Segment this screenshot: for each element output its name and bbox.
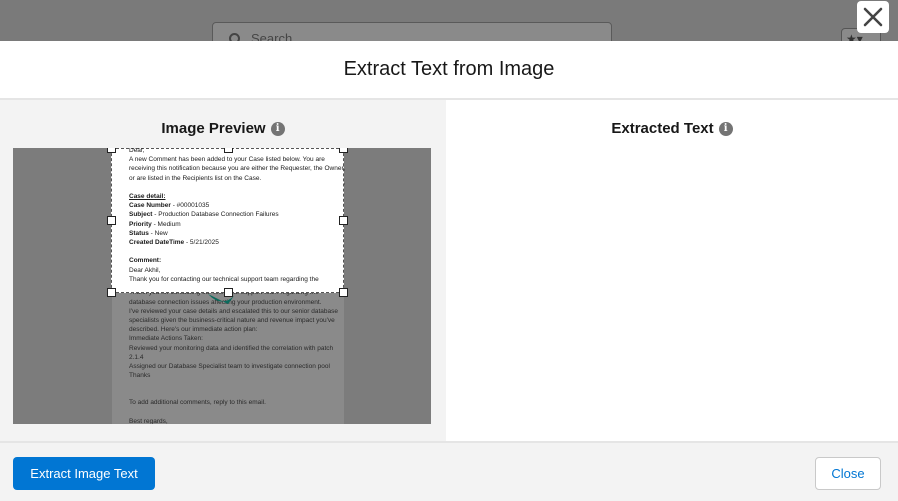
- document-line: [129, 389, 328, 398]
- crop-handle-middle-right[interactable]: [339, 216, 348, 225]
- crop-handle-middle-left[interactable]: [107, 216, 116, 225]
- extract-image-text-button[interactable]: Extract Image Text: [13, 457, 155, 490]
- document-line: [129, 380, 328, 389]
- document-line: Reviewed your monitoring data and identi…: [129, 344, 334, 352]
- document-line: Priority - Medium: [129, 220, 181, 228]
- document-line: Thanks: [129, 372, 151, 380]
- document-line: Thank you for contacting our technical s…: [129, 275, 319, 283]
- document-line: Subject - Production Database Connection…: [129, 211, 279, 219]
- document-line: To add additional comments, reply to thi…: [129, 399, 266, 407]
- extracted-text-title: Extracted Text: [611, 120, 714, 137]
- document-line: [129, 408, 328, 417]
- close-icon[interactable]: [857, 1, 889, 33]
- document-line: or are listed in the Recipients list on …: [129, 174, 262, 182]
- crop-handle-top-right[interactable]: [339, 148, 348, 153]
- modal-footer: Extract Image Text Close: [0, 441, 898, 501]
- image-preview-title: Image Preview: [161, 120, 266, 137]
- document-line: [129, 183, 345, 192]
- crop-selection[interactable]: Dear, A new Comment has been added to you…: [107, 148, 348, 297]
- document-line: 2.1.4: [129, 353, 144, 361]
- document-line: Best regards,: [129, 417, 168, 424]
- document-line: Assigned our Database Specialist team to…: [129, 363, 330, 371]
- crop-handle-top-middle[interactable]: [224, 148, 233, 153]
- crop-selection-text: Dear, A new Comment has been added to you…: [129, 148, 345, 284]
- teal-arrow-icon: [208, 294, 234, 304]
- crop-handle-top-left[interactable]: [107, 148, 116, 153]
- document-line: I've reviewed your case details and esca…: [129, 307, 339, 315]
- document-line: Comment:: [129, 257, 162, 265]
- modal-title: Extract Text from Image: [343, 58, 555, 80]
- info-icon[interactable]: i: [718, 121, 733, 136]
- modal-body: Image Preview i Dear, A new Comment has b…: [0, 100, 898, 441]
- image-preview-canvas[interactable]: Dear, A new Comment has been added to you…: [13, 148, 431, 424]
- document-line: A new Comment has been added to your Cas…: [129, 156, 325, 164]
- document-line: Dear,: [129, 148, 145, 154]
- crop-handle-bottom-right[interactable]: [339, 288, 348, 297]
- close-x-glyph: [863, 7, 883, 27]
- document-line: described. Here's our immediate action p…: [129, 326, 258, 334]
- info-icon[interactable]: i: [270, 121, 285, 136]
- extracted-text-heading: Extracted Text i: [446, 120, 898, 137]
- document-line: Immediate Actions Taken:: [129, 335, 203, 343]
- document-line: Dear Akhil,: [129, 266, 161, 274]
- document-line: Case detail:: [129, 193, 166, 201]
- document-line: Case Number - #00001035: [129, 202, 210, 210]
- document-line: Status - New: [129, 229, 168, 237]
- modal-header: Extract Text from Image: [0, 41, 898, 100]
- document-line: [129, 247, 345, 256]
- document-line: receiving this notification because you …: [129, 165, 346, 173]
- document-line: Created DateTime - 5/21/2025: [129, 239, 219, 247]
- extract-text-modal: Extract Text from Image Image Preview i …: [0, 41, 898, 501]
- crop-handle-bottom-left[interactable]: [107, 288, 116, 297]
- image-preview-pane: Image Preview i Dear, A new Comment has b…: [0, 100, 446, 441]
- close-button[interactable]: Close: [815, 457, 881, 490]
- image-preview-heading: Image Preview i: [0, 120, 446, 137]
- extracted-text-pane: Extracted Text i: [446, 100, 898, 441]
- document-line: specialists given the business-critical …: [129, 317, 335, 325]
